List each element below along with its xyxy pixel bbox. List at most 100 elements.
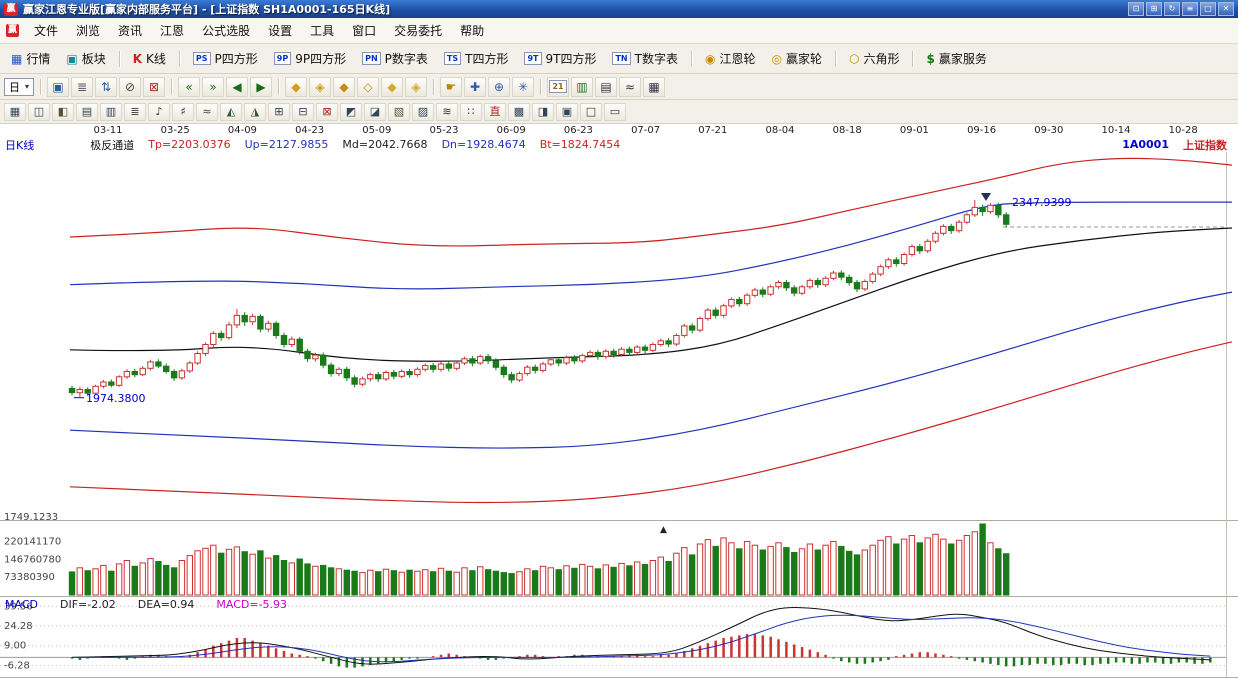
titlebar-button-4[interactable]: ≡ [1182,2,1198,16]
gann-diamond-4-button[interactable]: ◇ [357,76,380,97]
half-square-button[interactable]: ◧ [52,102,74,121]
menu-item-3[interactable]: 资讯 [109,18,151,43]
gann-diamond-3-button-icon: ◆ [339,79,349,94]
winner-wheel-button[interactable]: ◎ 赢家轮 [764,47,829,70]
triangle-right-button[interactable]: ◮ [244,102,266,121]
symbol-name: 上证指数 [1183,138,1227,152]
date-tick-16: 10-14 [1101,125,1131,136]
date-tick-3: 04-09 [227,125,257,136]
last-bar-button[interactable]: » [202,76,225,97]
sectors-button[interactable]: ▣ 板块 [59,47,112,70]
list-lines-button[interactable]: ≣ [124,102,146,121]
date-tick-9: 07-07 [631,125,661,136]
symbol-code: 1A0001 [1122,138,1169,151]
zoom-tool-button[interactable]: ⊕ [488,76,511,97]
boxed-square-button[interactable]: ▣ [556,102,578,121]
nine-p-square-button[interactable]: 9P 9P四方形 [267,47,353,70]
date-tick-8: 06-23 [563,125,593,136]
hline-grid-button[interactable]: ▤ [76,102,98,121]
menu-item-7[interactable]: 工具 [301,18,343,43]
t-square-button[interactable]: TS T四方形 [437,47,516,70]
x-square-button[interactable]: ⊠ [316,102,338,121]
menu-item-10[interactable]: 帮助 [451,18,493,43]
rect-tool-button[interactable]: ▭ [604,102,626,121]
period-selector[interactable]: 日 ▾ [4,77,35,96]
gann-diamond-5-button[interactable]: ◆ [381,76,404,97]
diag-grid-1-button[interactable]: ▧ [388,102,410,121]
t-number-table-button[interactable]: TN T数字表 [605,47,685,70]
date-tick-7: 06-09 [496,125,526,136]
p-square-button[interactable]: PS P四方形 [186,47,265,70]
corner-square-2-button[interactable]: ◪ [364,102,386,121]
titlebar-button-2[interactable]: ⊞ [1146,2,1162,16]
document-tool-button[interactable]: ≣ [71,76,94,97]
low-price-label: 1974.3800 [86,392,146,405]
gann-diamond-2-button[interactable]: ◈ [309,76,332,97]
menu-item-2[interactable]: 浏览 [67,18,109,43]
svg-text:24.28: 24.28 [4,621,33,632]
triangle-left-button[interactable]: ◭ [220,102,242,121]
corner-square-1-button[interactable]: ◩ [340,102,362,121]
diag-grid-2-button[interactable]: ▨ [412,102,434,121]
double-wave-button[interactable]: ≋ [436,102,458,121]
titlebar-button-3[interactable]: ↻ [1164,2,1180,16]
gann-diamond-3-button[interactable]: ◆ [333,76,356,97]
gann-diamond-6-button[interactable]: ◈ [405,76,428,97]
plus-square-button[interactable]: ⊞ [268,102,290,121]
wave-lines-button[interactable]: ≈ [196,102,218,121]
gann-wheel-button-label: 江恩轮 [719,52,756,66]
sharp-symbol-button[interactable]: ♯ [172,102,194,121]
pattern-tool-button[interactable]: ▣ [47,76,70,97]
titlebar-button-1[interactable]: ⊡ [1128,2,1144,16]
hand-tool-button[interactable]: ☛ [440,76,463,97]
quotes-button[interactable]: ▦ 行情 [4,47,57,70]
menu-item-6[interactable]: 设置 [259,18,301,43]
toolbar-separator [118,50,120,67]
dots-grid-button-icon: ∷ [467,105,475,118]
nine-t-square-button[interactable]: 9T 9T四方形 [517,47,603,70]
menu-item-5[interactable]: 公式选股 [193,18,259,43]
application-window: 赢 赢家江恩专业版[赢家内部服务平台] - [上证指数 SH1A0001-165… [0,0,1238,678]
nine-t-square-button-icon: 9T [524,52,542,65]
menu-item-9[interactable]: 交易委托 [385,18,451,43]
kline-button[interactable]: K K线 [126,47,173,70]
dense-grid-button[interactable]: ▩ [508,102,530,121]
grid-view-button[interactable]: ▦ [643,76,666,97]
menu-item-1[interactable]: 文件 [25,18,67,43]
hexagon-button[interactable]: ⬡ 六角形 [842,47,907,70]
gann-diamond-2-button-icon: ◈ [315,79,325,94]
crosshair-tool-button[interactable]: ✚ [464,76,487,97]
delete-drawing-button[interactable]: ⊠ [143,76,166,97]
note-symbol-button[interactable]: ♪ [148,102,170,121]
titlebar-button-6[interactable]: ✕ [1218,2,1234,16]
gann-wheel-button[interactable]: ◉ 江恩轮 [698,47,763,70]
vertical-ruler-button[interactable]: 直 [484,102,506,121]
vline-grid-button[interactable]: ▥ [100,102,122,121]
kline-view-button[interactable]: ▤ [595,76,618,97]
next-bar-button[interactable]: ▶ [250,76,273,97]
calendar-21-button[interactable]: 21 [547,76,570,97]
prev-bar-button[interactable]: ◀ [226,76,249,97]
volume-chart-button[interactable]: ▥ [571,76,594,97]
menu-item-4[interactable]: 江恩 [151,18,193,43]
winner-wheel-button-label: 赢家轮 [785,52,822,66]
wave-chart-button[interactable]: ≈ [619,76,642,97]
swap-axis-button[interactable]: ⇅ [95,76,118,97]
split-square-button-icon: ◫ [33,105,45,118]
dots-grid-button[interactable]: ∷ [460,102,482,121]
titlebar-button-5[interactable]: □ [1200,2,1216,16]
gann-grid-button[interactable]: ▦ [4,102,26,121]
winner-service-button[interactable]: $ 赢家服务 [919,47,993,70]
empty-square-button[interactable]: □ [580,102,602,121]
right-half-square-button[interactable]: ◨ [532,102,554,121]
gann-diamond-1-button[interactable]: ◆ [285,76,308,97]
split-square-button[interactable]: ◫ [28,102,50,121]
diag-grid-2-button-icon: ▨ [417,105,429,118]
svg-text:220141170: 220141170 [4,537,61,548]
first-bar-button[interactable]: « [178,76,201,97]
star-tool-button[interactable]: ✳ [512,76,535,97]
clear-zero-button[interactable]: ⊘ [119,76,142,97]
menu-item-8[interactable]: 窗口 [343,18,385,43]
p-number-table-button[interactable]: PN P数字表 [355,47,435,70]
minus-square-button[interactable]: ⊟ [292,102,314,121]
